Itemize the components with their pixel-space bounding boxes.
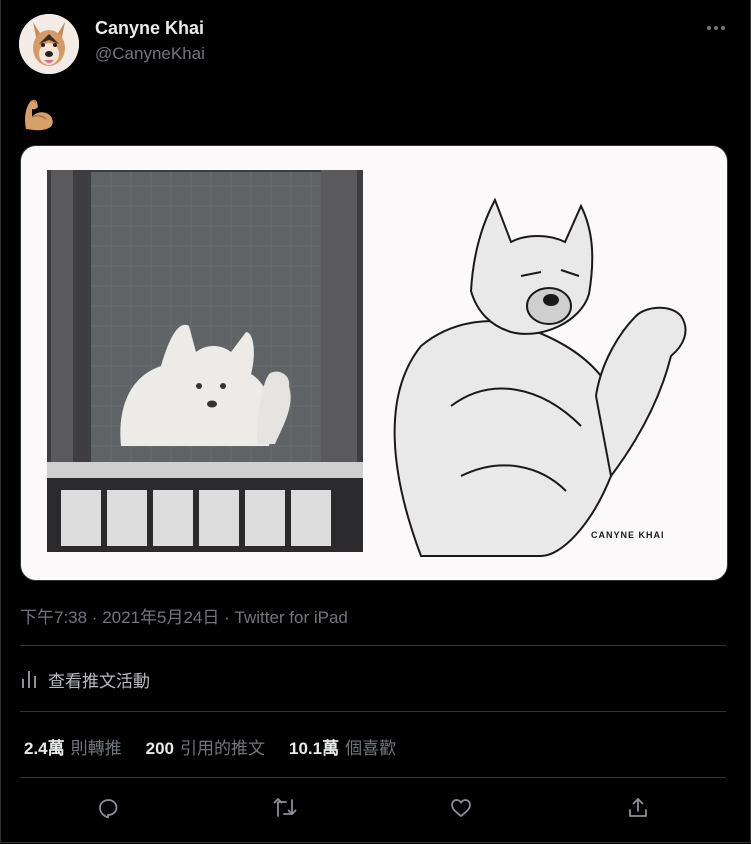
tweet-meta: 下午7:38 · 2021年5月24日 · Twitter for iPad (20, 603, 348, 628)
tweet-stats: 2.4萬 則轉推 200 引用的推文 10.1萬 個喜歡 (24, 734, 420, 759)
more-options-icon[interactable] (704, 18, 728, 38)
share-icon[interactable] (618, 788, 658, 828)
bar-chart-icon (22, 671, 36, 688)
drawing-muscular-wolf (393, 197, 687, 557)
photo-shiba-window (47, 170, 363, 552)
display-name[interactable]: Canyne Khai (95, 18, 204, 39)
meta-separator: · (87, 608, 103, 627)
divider (20, 711, 726, 712)
retweets-stat[interactable]: 2.4萬 則轉推 (24, 734, 122, 759)
meta-separator: · (219, 608, 235, 627)
tweet-time[interactable]: 下午7:38 (20, 608, 87, 627)
dog-avatar-icon (19, 14, 79, 74)
likes-stat[interactable]: 10.1萬 個喜歡 (289, 734, 396, 759)
user-handle[interactable]: @CanyneKhai (95, 44, 205, 64)
avatar[interactable] (19, 14, 79, 74)
activity-label: 查看推文活動 (48, 671, 150, 691)
quote-tweets-stat[interactable]: 200 引用的推文 (146, 734, 265, 759)
retweet-icon[interactable] (265, 788, 305, 828)
tweet-actions (20, 788, 726, 828)
divider (20, 777, 726, 778)
divider (20, 645, 726, 646)
tweet-media-image[interactable]: CANYNE KHAI (20, 145, 728, 581)
artist-signature: CANYNE KHAI (591, 530, 665, 540)
reply-icon[interactable] (88, 788, 128, 828)
flexed-biceps-icon (20, 95, 58, 133)
tweet-date[interactable]: 2021年5月24日 (102, 608, 219, 627)
tweet-source[interactable]: Twitter for iPad (235, 608, 348, 627)
view-tweet-activity-button[interactable]: 查看推文活動 (20, 666, 150, 692)
like-heart-icon[interactable] (441, 788, 481, 828)
